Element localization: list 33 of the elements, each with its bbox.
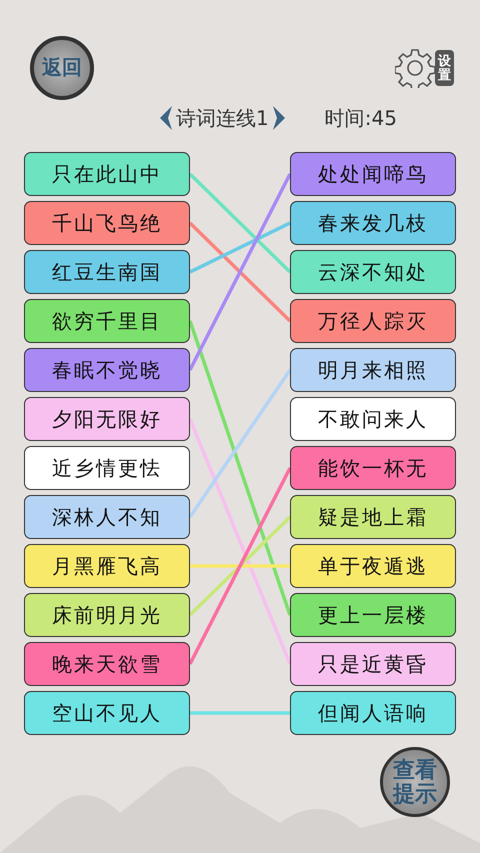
verse-card[interactable]: 近乡情更怯: [24, 446, 190, 490]
verse-card[interactable]: 云深不知处: [290, 250, 456, 294]
verse-card[interactable]: 床前明月光: [24, 593, 190, 637]
verse-card[interactable]: 疑是地上霜: [290, 495, 456, 539]
verse-card[interactable]: 深林人不知: [24, 495, 190, 539]
gear-icon: [395, 48, 435, 88]
verse-card[interactable]: 空山不见人: [24, 691, 190, 735]
settings-button[interactable]: 设置: [395, 48, 454, 88]
verse-card[interactable]: 月黑雁飞高: [24, 544, 190, 588]
verse-card[interactable]: 单于夜遁逃: [290, 544, 456, 588]
right-chevron-icon: [272, 106, 285, 130]
verse-card[interactable]: 千山飞鸟绝: [24, 201, 190, 245]
verse-card[interactable]: 能饮一杯无: [290, 446, 456, 490]
verse-card[interactable]: 晚来天欲雪: [24, 642, 190, 686]
verse-card[interactable]: 红豆生南国: [24, 250, 190, 294]
verse-card[interactable]: 更上一层楼: [290, 593, 456, 637]
level-title: 诗词连线1: [176, 104, 269, 132]
verse-card[interactable]: 只在此山中: [24, 152, 190, 196]
previous-level-button[interactable]: [160, 106, 172, 130]
verse-card[interactable]: 明月来相照: [290, 348, 456, 392]
next-level-button[interactable]: [272, 106, 285, 130]
left-chevron-icon: [160, 106, 172, 130]
settings-label: 设置: [435, 50, 454, 86]
verse-card[interactable]: 欲穷千里目: [24, 299, 190, 343]
verse-card[interactable]: 但闻人语响: [290, 691, 456, 735]
verse-card[interactable]: 只是近黄昏: [290, 642, 456, 686]
timer: 时间:45: [324, 104, 397, 132]
verse-card[interactable]: 春眠不觉晓: [24, 348, 190, 392]
verse-card[interactable]: 处处闻啼鸟: [290, 152, 456, 196]
verse-card[interactable]: 万径人踪灭: [290, 299, 456, 343]
verse-card[interactable]: 春来发几枝: [290, 201, 456, 245]
verse-card[interactable]: 夕阳无限好: [24, 397, 190, 441]
verse-card[interactable]: 不敢问来人: [290, 397, 456, 441]
